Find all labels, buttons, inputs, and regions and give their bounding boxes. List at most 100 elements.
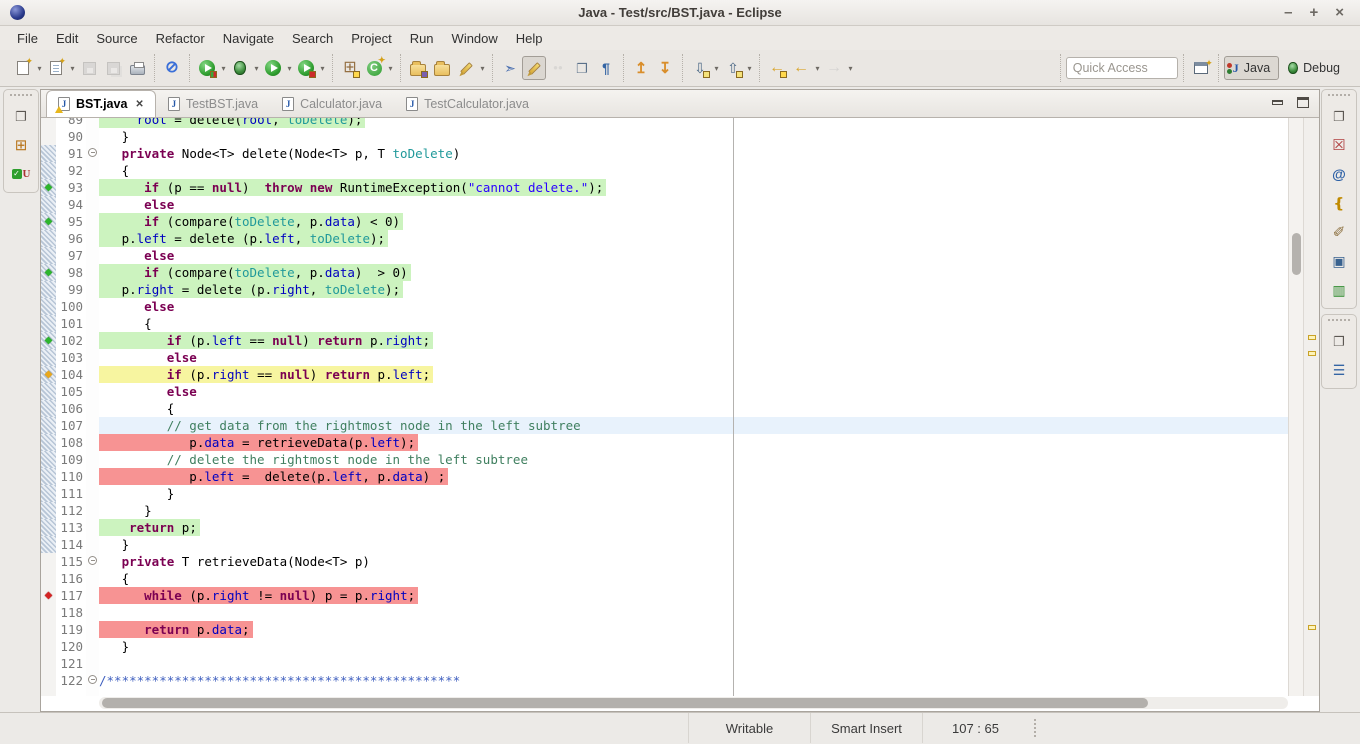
annotation-ruler-cell[interactable]: [41, 536, 56, 553]
annotation-ruler-cell[interactable]: [41, 570, 56, 587]
line-number[interactable]: 93: [56, 179, 86, 196]
back-button[interactable]: ←: [789, 56, 813, 80]
minimize-editor-icon[interactable]: [1272, 100, 1283, 105]
annotation-ruler-cell[interactable]: [41, 468, 56, 485]
annotation-ruler-cell[interactable]: [41, 145, 56, 162]
new-button[interactable]: [11, 56, 35, 80]
new-wizard-button[interactable]: [44, 56, 68, 80]
overview-ruler[interactable]: [1303, 118, 1319, 696]
menu-navigate[interactable]: Navigate: [214, 28, 283, 49]
code-text[interactable]: }: [99, 128, 1288, 145]
restore-views-icon[interactable]: ❐: [1328, 106, 1350, 126]
code-text[interactable]: if (compare(toDelete, p.data) < 0): [99, 213, 1288, 230]
line-number[interactable]: 103: [56, 349, 86, 366]
code-text[interactable]: p.left = delete(p.left, p.data) ;: [99, 468, 1288, 485]
code-text[interactable]: // get data from the rightmost node in t…: [99, 417, 1288, 434]
code-text[interactable]: }: [99, 502, 1288, 519]
skip-all-breakpoints-button[interactable]: ⊘: [160, 56, 184, 80]
code-text[interactable]: p.right = delete (p.right, toDelete);: [99, 281, 1288, 298]
junit-icon[interactable]: ✓U: [10, 164, 32, 184]
annotation-ruler-cell[interactable]: [41, 383, 56, 400]
restore-views-icon[interactable]: ❐: [1328, 331, 1350, 351]
overview-annotation-mark[interactable]: [1308, 335, 1316, 340]
line-number[interactable]: 97: [56, 247, 86, 264]
mark-occurrences-button-dropdown-icon[interactable]: ▾: [478, 64, 487, 73]
next-annotation-button[interactable]: ⇩: [688, 56, 712, 80]
tab-calculator-java[interactable]: JCalculator.java: [270, 90, 394, 117]
close-tab-icon[interactable]: ✕: [135, 99, 143, 110]
annotation-ruler-cell[interactable]: [41, 400, 56, 417]
quick-access-input[interactable]: [1066, 57, 1178, 79]
line-number[interactable]: 106: [56, 400, 86, 417]
horizontal-scrollbar-track[interactable]: [99, 697, 1288, 709]
code-text[interactable]: [99, 604, 1288, 621]
collapse-icon[interactable]: [88, 675, 97, 684]
new-java-class-button-dropdown-icon[interactable]: ▾: [386, 64, 395, 73]
line-number[interactable]: 121: [56, 655, 86, 672]
line-number[interactable]: 115: [56, 553, 86, 570]
annotation-ruler-cell[interactable]: ◆: [41, 366, 56, 383]
line-number[interactable]: 102: [56, 332, 86, 349]
restore-views-icon[interactable]: ❐: [10, 106, 32, 126]
print-button[interactable]: [125, 56, 149, 80]
tab-testcalculator-java[interactable]: JTestCalculator.java: [394, 90, 541, 117]
javadoc-view-icon[interactable]: @: [1328, 164, 1350, 184]
line-number[interactable]: 99: [56, 281, 86, 298]
vertical-scrollbar-thumb[interactable]: [1292, 233, 1301, 275]
toggle-highlight-button[interactable]: [522, 56, 546, 80]
line-number[interactable]: 108: [56, 434, 86, 451]
line-number[interactable]: 91: [56, 145, 86, 162]
mark-occurrences-button[interactable]: [454, 56, 478, 80]
overview-annotation-mark[interactable]: [1308, 351, 1316, 356]
code-text[interactable]: else: [99, 196, 1288, 213]
annotation-ruler-cell[interactable]: [41, 672, 56, 689]
run-button[interactable]: [261, 56, 285, 80]
code-text[interactable]: if (p == null) throw new RuntimeExceptio…: [99, 179, 1288, 196]
collapse-icon[interactable]: [88, 556, 97, 565]
coverage-button[interactable]: [195, 56, 219, 80]
code-text[interactable]: else: [99, 383, 1288, 400]
code-text[interactable]: {: [99, 570, 1288, 587]
debug-button[interactable]: [228, 56, 252, 80]
annotation-ruler-cell[interactable]: [41, 417, 56, 434]
line-number[interactable]: 96: [56, 230, 86, 247]
coverage-button-dropdown-icon[interactable]: ▾: [219, 64, 228, 73]
code-text[interactable]: }: [99, 536, 1288, 553]
tasks-view-icon[interactable]: ☒: [1328, 135, 1350, 155]
collapse-icon[interactable]: [88, 148, 97, 157]
code-text[interactable]: {: [99, 315, 1288, 332]
menu-source[interactable]: Source: [87, 28, 146, 49]
maximize-editor-icon[interactable]: [1297, 97, 1309, 108]
new-wizard-button-dropdown-icon[interactable]: ▾: [68, 64, 77, 73]
code-text[interactable]: if (p.left == null) return p.right;: [99, 332, 1288, 349]
code-text[interactable]: {: [99, 162, 1288, 179]
annotation-ruler-cell[interactable]: [41, 451, 56, 468]
forward-button-dropdown-icon[interactable]: ▾: [846, 64, 855, 73]
show-whitespace-button[interactable]: ¶: [594, 56, 618, 80]
maximize-button[interactable]: +: [1309, 5, 1318, 20]
line-number[interactable]: 105: [56, 383, 86, 400]
annotation-ruler-cell[interactable]: ◆: [41, 213, 56, 230]
line-number[interactable]: 107: [56, 417, 86, 434]
line-number[interactable]: 118: [56, 604, 86, 621]
declaration-view-icon[interactable]: ❴: [1328, 193, 1350, 213]
minimize-button[interactable]: –: [1284, 5, 1292, 20]
coverage-view-icon[interactable]: ▥: [1328, 280, 1350, 300]
code-text[interactable]: else: [99, 298, 1288, 315]
new-button-dropdown-icon[interactable]: ▾: [35, 64, 44, 73]
previous-member-button[interactable]: ↥: [629, 56, 653, 80]
debug-perspective-button[interactable]: Debug: [1279, 56, 1349, 80]
run-external-tools-button[interactable]: [294, 56, 318, 80]
tab-bst-java[interactable]: JBST.java✕: [46, 90, 156, 117]
menu-window[interactable]: Window: [443, 28, 507, 49]
link-with-editor-button[interactable]: ❐: [570, 56, 594, 80]
debug-button-dropdown-icon[interactable]: ▾: [252, 64, 261, 73]
code-text[interactable]: if (p.right == null) return p.left;: [99, 366, 1288, 383]
annotation-ruler-cell[interactable]: [41, 519, 56, 536]
code-text[interactable]: else: [99, 247, 1288, 264]
annotation-ruler-cell[interactable]: ◆: [41, 332, 56, 349]
annotation-ruler-cell[interactable]: ◆: [41, 587, 56, 604]
code-text[interactable]: }: [99, 638, 1288, 655]
annotation-ruler-cell[interactable]: [41, 128, 56, 145]
annotation-ruler-cell[interactable]: [41, 502, 56, 519]
